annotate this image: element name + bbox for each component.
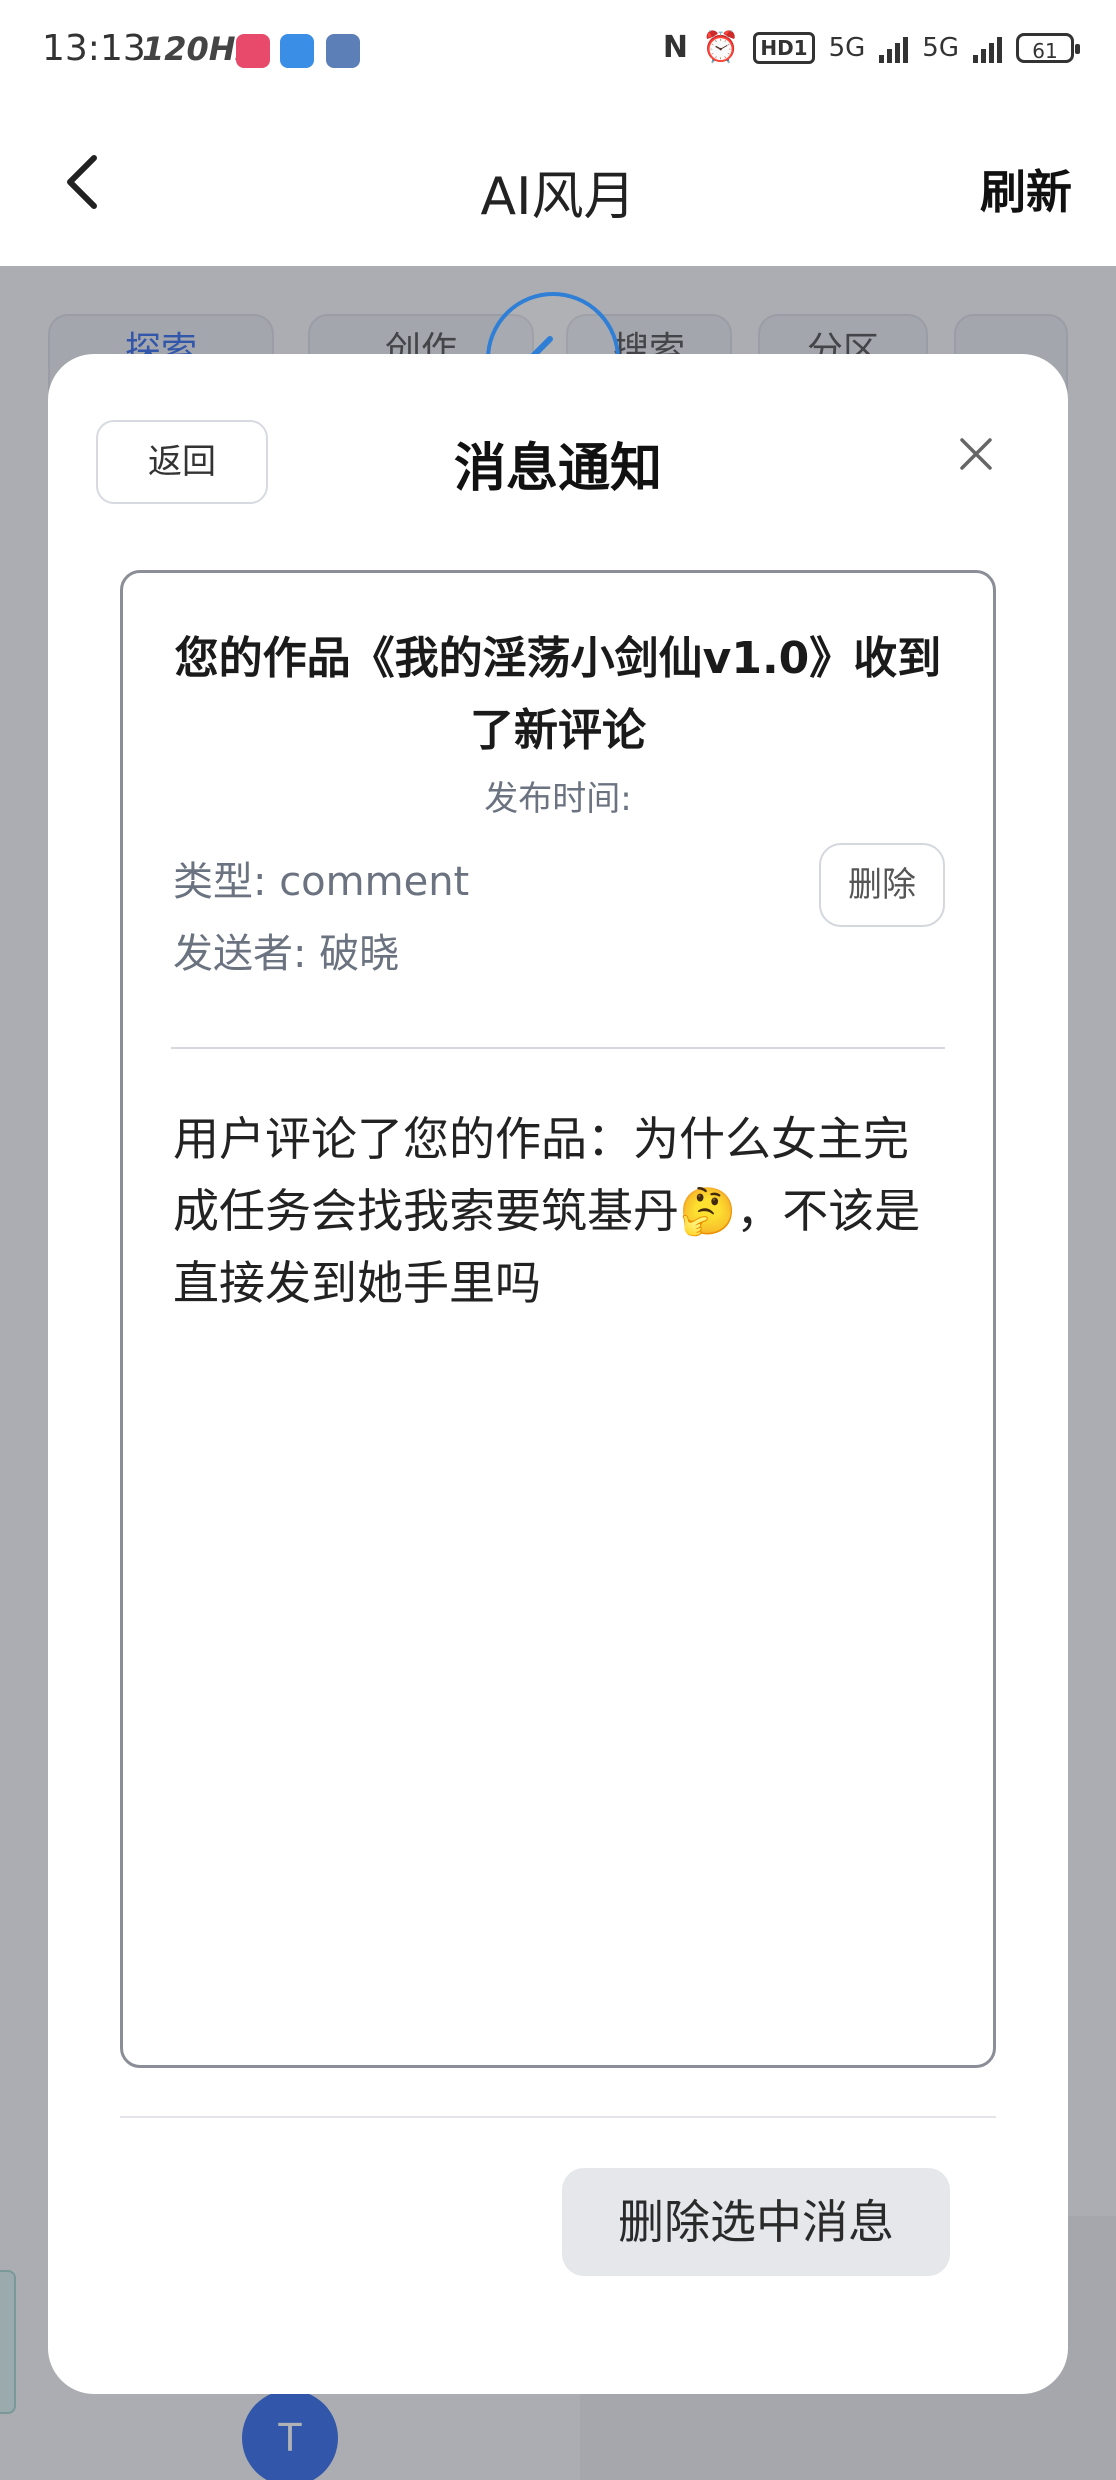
footer-divider [120,2116,996,2118]
signal-icon [879,33,909,63]
app-header: AI风月 刷新 [0,100,1116,266]
battery-icon: 61 [1016,32,1080,63]
status-bar: 13:13 120Hz N ⏰ HD1 5G 5G 61 [0,0,1116,100]
signal-icon-2 [973,33,1002,63]
tv-app-icon [236,34,270,68]
message-modal: 返回 消息通知 您的作品《我的淫荡小剑仙v1.0》收到了新评论 发布时间: 类型… [48,354,1068,2394]
modal-title: 消息通知 [453,439,662,499]
delete-message-button[interactable]: 删除 [819,843,945,927]
message-type: 类型: comment [173,859,470,905]
browser-app-icon [280,34,314,68]
divider [171,1047,945,1049]
close-icon [960,438,992,470]
close-button[interactable] [956,434,996,474]
refresh-button[interactable]: 刷新 [980,156,1072,222]
nfc-icon: N [662,30,688,65]
notes-app-icon [326,34,360,68]
network-5g-label: 5G [828,32,866,63]
hd-icon: HD1 [753,31,815,64]
message-body: 用户评论了您的作品：为什么女主完成任务会找我索要筑基丹🤔，不该是直接发到她手里吗 [173,1112,921,1310]
status-indicators: N ⏰ HD1 5G 5G 61 [662,30,1080,65]
alarm-icon: ⏰ [701,30,740,65]
message-title: 您的作品《我的淫荡小剑仙v1.0》收到了新评论 [174,633,942,756]
network-5g-label-2: 5G [922,32,959,63]
page-title: AI风月 [480,167,636,227]
delete-selected-button[interactable]: 删除选中消息 [562,2168,950,2276]
message-card[interactable]: 您的作品《我的淫荡小剑仙v1.0》收到了新评论 发布时间: 类型: commen… [120,570,996,2068]
status-time: 13:13 [42,28,146,69]
message-sender: 发送者: 破晓 [173,931,400,977]
publish-time: 发布时间: [484,779,632,819]
